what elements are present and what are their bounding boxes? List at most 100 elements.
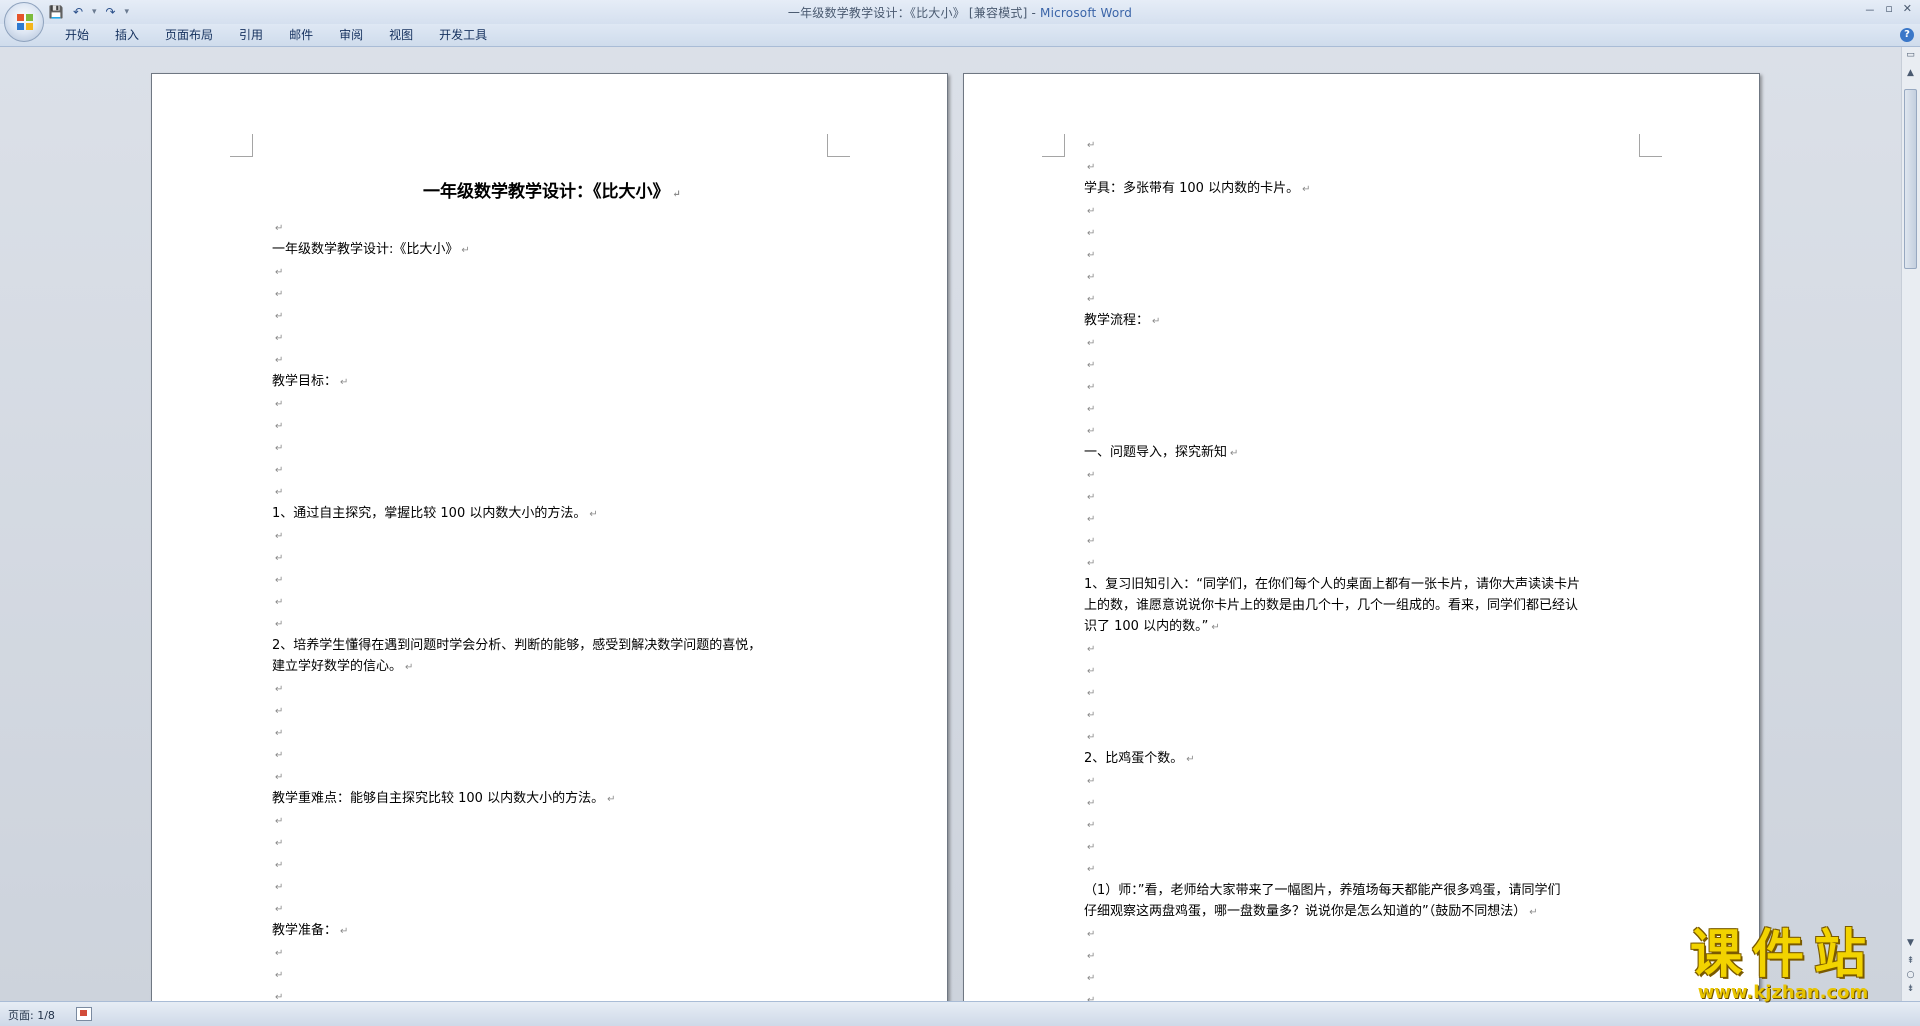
- tab-view[interactable]: 视图: [376, 24, 426, 46]
- paragraph-mark: ↵: [607, 794, 616, 805]
- paragraph-line: ↵: [1084, 222, 1644, 244]
- paragraph-line: 2、培养学生懂得在遇到问题时学会分析、判断的能够，感受到解决数学问题的喜悦，: [272, 635, 832, 656]
- tab-mailings[interactable]: 邮件: [276, 24, 326, 46]
- document-heading: 一年级数学教学设计：《比大小》 ↵: [423, 182, 681, 202]
- tab-page-layout[interactable]: 页面布局: [152, 24, 226, 46]
- paragraph-line: ↵: [1084, 989, 1644, 1001]
- paragraph-mark: ↵: [275, 311, 284, 322]
- paragraph-mark: ↵: [1087, 732, 1096, 743]
- app-name: Microsoft Word: [1040, 6, 1133, 20]
- scroll-up-icon[interactable]: ▲: [1904, 67, 1917, 80]
- paragraph-line: ↵: [1084, 134, 1644, 156]
- paragraph-line: ↵: [272, 569, 832, 591]
- paragraph-text: 一年级数学教学设计:《比大小》: [272, 242, 459, 257]
- paragraph-line: ↵: [1084, 156, 1644, 178]
- scrollbar-thumb[interactable]: [1904, 89, 1917, 269]
- paragraph-mark: ↵: [589, 509, 598, 520]
- paragraph-line: ↵: [1084, 858, 1644, 880]
- page-1-content[interactable]: 一年级数学教学设计：《比大小》 ↵ ↵ 一年级数学教学设计:《比大小》 ↵ ↵ ↵ ↵ ↵ ↵ 教…: [272, 178, 832, 1001]
- tab-review[interactable]: 审阅: [326, 24, 376, 46]
- paragraph-mark: ↵: [275, 619, 284, 630]
- paragraph-text: 仔细观察这两盘鸡蛋，哪一盘数量多？说说你是怎么知道的”（鼓励不同想法）: [1084, 904, 1527, 919]
- watermark-url: www.kjzhan.com: [1697, 982, 1869, 1003]
- paragraph-line: ↵: [272, 547, 832, 569]
- ruler-toggle-icon[interactable]: ▭: [1904, 49, 1917, 62]
- paragraph-line: ↵: [272, 393, 832, 415]
- paragraph-mark: ↵: [275, 553, 284, 564]
- paragraph-line: ↵: [272, 283, 832, 305]
- paragraph-line: ↵: [1084, 552, 1644, 574]
- margin-corner-marker: [1042, 134, 1065, 157]
- scroll-down-icon[interactable]: ▼: [1904, 937, 1917, 950]
- paragraph-line: ↵: [272, 876, 832, 898]
- paragraph-mark: ↵: [275, 267, 284, 278]
- paragraph-line: ↵: [1084, 508, 1644, 530]
- paragraph-mark: ↵: [1087, 294, 1096, 305]
- paragraph-line: ↵: [1084, 682, 1644, 704]
- paragraph-mark: ↵: [1087, 404, 1096, 415]
- paragraph-line: ↵: [1084, 770, 1644, 792]
- paragraph-text: （1）师：”看，老师给大家带来了一幅图片，养殖场每天都能产很多鸡蛋，请同学们: [1084, 883, 1561, 898]
- paragraph-mark: ↵: [1087, 842, 1096, 853]
- paragraph-mark: ↵: [1087, 710, 1096, 721]
- paragraph-mark: ↵: [1087, 929, 1096, 940]
- tab-developer[interactable]: 开发工具: [426, 24, 500, 46]
- paragraph-line: ↵: [272, 810, 832, 832]
- paragraph-mark: ↵: [275, 728, 284, 739]
- paragraph-mark: ↵: [275, 465, 284, 476]
- paragraph-mark: ↵: [1087, 382, 1096, 393]
- paragraph-mark: ↵: [275, 575, 284, 586]
- close-icon[interactable]: ✕: [1903, 2, 1912, 18]
- paragraph-text: 教学重难点：能够自主探究比较 100 以内数大小的方法。: [272, 791, 605, 806]
- paragraph-mark: ↵: [275, 597, 284, 608]
- restore-icon[interactable]: ▫: [1885, 2, 1892, 18]
- document-title: 一年级数学教学设计：《比大小》 [兼容模式] -: [787, 6, 1041, 20]
- paragraph-mark: ↵: [275, 882, 284, 893]
- paragraph-mark: ↵: [1087, 536, 1096, 547]
- paragraph-text: 1、通过自主探究，掌握比较 100 以内数大小的方法。: [272, 506, 587, 521]
- tab-references[interactable]: 引用: [226, 24, 276, 46]
- browse-object-icon[interactable]: ○: [1904, 969, 1917, 982]
- office-button[interactable]: [4, 2, 44, 42]
- window-title: 一年级数学教学设计：《比大小》 [兼容模式] - Microsoft Word: [0, 4, 1920, 21]
- paragraph-mark: ↵: [1087, 426, 1096, 437]
- paragraph-line: ↵: [272, 327, 832, 349]
- document-workspace: 一年级数学教学设计：《比大小》 ↵ ↵ 一年级数学教学设计:《比大小》 ↵ ↵ ↵ ↵ ↵ ↵ 教…: [0, 47, 1902, 1001]
- paragraph-line: ↵: [272, 700, 832, 722]
- paragraph-line: 教学重难点：能够自主探究比较 100 以内数大小的方法。 ↵: [272, 788, 832, 810]
- paragraph-mark: ↵: [275, 816, 284, 827]
- margin-corner-marker: [230, 134, 253, 157]
- paragraph-mark: ↵: [1087, 140, 1096, 151]
- tab-home[interactable]: 开始: [52, 24, 102, 46]
- paragraph-mark: ↵: [275, 860, 284, 871]
- paragraph-line: ↵: [272, 986, 832, 1001]
- paragraph-mark: ↵: [1087, 228, 1096, 239]
- paragraph-text: 1、复习旧知引入：“同学们，在你们每个人的桌面上都有一张卡片，请你大声读读卡片: [1084, 577, 1581, 592]
- paragraph-line: ↵: [1084, 464, 1644, 486]
- paragraph-mark: ↵: [275, 355, 284, 366]
- paragraph-line: ↵: [1084, 420, 1644, 442]
- paragraph-line: 上的数，谁愿意说说你卡片上的数是由几个十，几个一组成的。看来，同学们都已经认: [1084, 595, 1644, 616]
- paragraph-text: 教学流程：: [1084, 313, 1150, 328]
- minimize-icon[interactable]: －: [1864, 2, 1875, 18]
- page-1-paragraphs: ↵ 一年级数学教学设计:《比大小》 ↵ ↵ ↵ ↵ ↵ ↵ 教学目标： ↵ ↵ ↵ ↵ ↵ ↵ 1、通过自主探…: [272, 217, 832, 1001]
- paragraph-mark: ↵: [275, 706, 284, 717]
- help-icon[interactable]: ?: [1900, 28, 1914, 42]
- previous-page-icon[interactable]: ⇞: [1904, 955, 1917, 968]
- proofing-icon[interactable]: [76, 1007, 92, 1021]
- paragraph-line: ↵: [272, 942, 832, 964]
- paragraph-line: 识了 100 以内的数。” ↵: [1084, 616, 1644, 638]
- paragraph-text: 一、问题导入，探究新知: [1084, 445, 1228, 460]
- page-2-content[interactable]: ↵ ↵ 学具：多张带有 100 以内数的卡片。 ↵ ↵ ↵ ↵ ↵ ↵ 教学流程： ↵ ↵ ↵ ↵ ↵ ↵ 一、…: [1084, 134, 1644, 1001]
- paragraph-mark: ↵: [275, 399, 284, 410]
- next-page-icon[interactable]: ⇟: [1904, 983, 1917, 996]
- paragraph-mark: ↵: [1087, 272, 1096, 283]
- paragraph-line: ↵: [1084, 200, 1644, 222]
- page-indicator[interactable]: 页面: 1/8: [8, 1007, 55, 1023]
- paragraph-line: 1、复习旧知引入：“同学们，在你们每个人的桌面上都有一张卡片，请你大声读读卡片: [1084, 574, 1644, 595]
- paragraph-mark: ↵: [1230, 448, 1239, 459]
- tab-insert[interactable]: 插入: [102, 24, 152, 46]
- paragraph-line: ↵: [272, 261, 832, 283]
- paragraph-line: ↵: [272, 678, 832, 700]
- vertical-scrollbar[interactable]: ▭ ▲ ▼ ⇞ ○ ⇟: [1901, 47, 1920, 1001]
